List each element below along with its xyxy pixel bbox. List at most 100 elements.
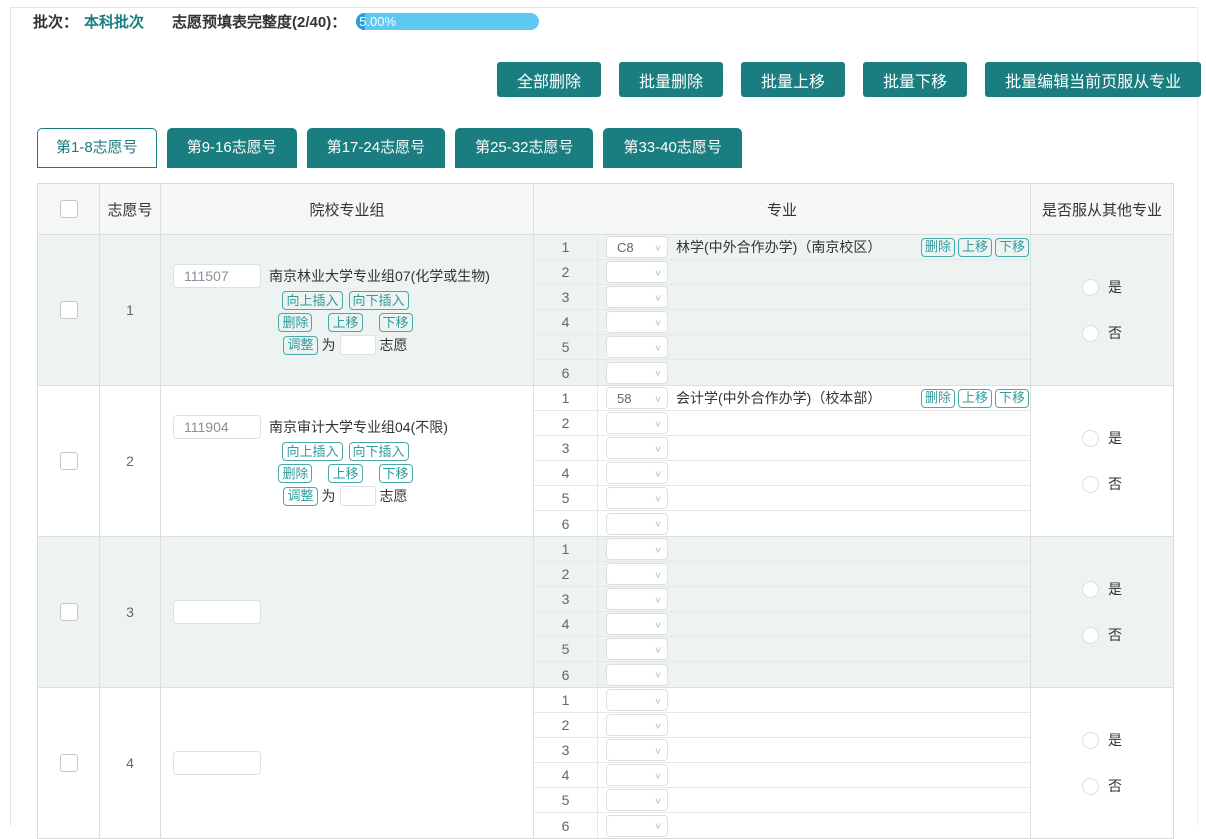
tab-wish-range-3[interactable]: 第17-24志愿号: [307, 128, 445, 168]
major-row-number: 3: [534, 738, 598, 762]
move-down-group-button[interactable]: 下移: [379, 313, 413, 332]
major-select[interactable]: ∨: [606, 336, 668, 358]
obey-no-radio[interactable]: 否: [1082, 474, 1122, 494]
batch-move-up-button[interactable]: 批量上移: [741, 62, 845, 97]
obey-no-radio[interactable]: 否: [1082, 323, 1122, 343]
move-up-group-button[interactable]: 上移: [328, 464, 362, 483]
major-select[interactable]: ∨: [606, 513, 668, 535]
tab-wish-range-4[interactable]: 第25-32志愿号: [455, 128, 593, 168]
insert-above-button[interactable]: 向上插入: [282, 291, 342, 310]
row-checkbox[interactable]: [60, 754, 78, 772]
major-select[interactable]: ∨: [606, 789, 668, 811]
major-subrow: 6∨: [534, 813, 1030, 838]
major-row-number: 2: [534, 411, 598, 435]
radio-circle-icon: [1082, 325, 1099, 342]
chevron-down-icon: ∨: [654, 418, 662, 428]
major-move-up-button[interactable]: 上移: [958, 389, 992, 408]
major-select[interactable]: ∨: [606, 412, 668, 434]
major-select[interactable]: C8∨: [606, 236, 668, 258]
obey-no-radio[interactable]: 否: [1082, 625, 1122, 645]
major-select[interactable]: ∨: [606, 362, 668, 384]
radio-circle-icon: [1082, 279, 1099, 296]
move-down-group-button[interactable]: 下移: [379, 464, 413, 483]
major-move-up-button[interactable]: 上移: [958, 238, 992, 257]
obey-no-radio[interactable]: 否: [1082, 776, 1122, 796]
insert-above-button[interactable]: 向上插入: [282, 442, 342, 461]
adjust-order-input[interactable]: [340, 486, 376, 506]
insert-below-button[interactable]: 向下插入: [349, 291, 409, 310]
table-header: 志愿号 院校专业组 专业 是否服从其他专业: [38, 184, 1173, 234]
major-subrow: 1∨: [534, 688, 1030, 713]
major-row-content: ∨: [598, 813, 1030, 838]
major-row-content: ∨: [598, 688, 1030, 712]
major-select-value: C8: [607, 240, 654, 255]
batch-delete-button[interactable]: 批量删除: [619, 62, 723, 97]
insert-below-button[interactable]: 向下插入: [349, 442, 409, 461]
batch-move-down-button[interactable]: 批量下移: [863, 62, 967, 97]
major-select[interactable]: ∨: [606, 286, 668, 308]
major-cell: 1∨2∨3∨4∨5∨6∨: [534, 537, 1031, 687]
batch-edit-obey-button[interactable]: 批量编辑当前页服从专业: [985, 62, 1201, 97]
major-select[interactable]: ∨: [606, 538, 668, 560]
adjust-order-input[interactable]: [340, 335, 376, 355]
delete-group-button[interactable]: 删除: [278, 464, 312, 483]
obey-cell: 是否: [1031, 386, 1173, 536]
major-delete-button[interactable]: 删除: [921, 389, 955, 408]
college-group-cell: 南京审计大学专业组04(不限)向上插入向下插入删除上移下移调整为志愿: [161, 386, 534, 536]
obey-yes-radio[interactable]: 是: [1082, 579, 1122, 599]
group-code-input[interactable]: [173, 751, 261, 775]
major-select[interactable]: ∨: [606, 664, 668, 686]
adjust-button[interactable]: 调整: [283, 336, 317, 355]
major-select[interactable]: ∨: [606, 437, 668, 459]
completeness-label: 志愿预填表完整度(2/40)：: [172, 11, 346, 32]
chevron-down-icon: ∨: [654, 292, 662, 302]
group-code-input[interactable]: [173, 415, 261, 439]
tab-wish-range-1[interactable]: 第1-8志愿号: [37, 128, 157, 168]
major-row-content: ∨: [598, 436, 1030, 460]
obey-yes-radio[interactable]: 是: [1082, 428, 1122, 448]
row-checkbox-cell: [38, 537, 100, 687]
obey-no-label: 否: [1108, 474, 1122, 494]
group-code-input[interactable]: [173, 264, 261, 288]
row-checkbox[interactable]: [60, 452, 78, 470]
major-row-content: ∨: [598, 587, 1030, 611]
major-select[interactable]: ∨: [606, 689, 668, 711]
group-code-input[interactable]: [173, 600, 261, 624]
major-move-down-button[interactable]: 下移: [995, 238, 1029, 257]
major-select[interactable]: ∨: [606, 764, 668, 786]
major-subrow: 2∨: [534, 713, 1030, 738]
major-row-number: 2: [534, 562, 598, 586]
major-select[interactable]: 58∨: [606, 387, 668, 409]
group-content: [173, 688, 518, 775]
major-delete-button[interactable]: 删除: [921, 238, 955, 257]
adjust-button[interactable]: 调整: [283, 487, 317, 506]
delete-group-button[interactable]: 删除: [278, 313, 312, 332]
radio-circle-icon: [1082, 732, 1099, 749]
row-checkbox[interactable]: [60, 301, 78, 319]
major-select[interactable]: ∨: [606, 739, 668, 761]
major-subrow: 158∨会计学(中外合作办学)（校本部）删除上移下移: [534, 386, 1030, 411]
group-code-line: [173, 600, 518, 624]
tab-wish-range-5[interactable]: 第33-40志愿号: [603, 128, 741, 168]
move-up-group-button[interactable]: 上移: [328, 313, 362, 332]
major-row-number: 4: [534, 612, 598, 636]
major-select[interactable]: ∨: [606, 638, 668, 660]
delete-all-button[interactable]: 全部删除: [497, 62, 601, 97]
major-select[interactable]: ∨: [606, 563, 668, 585]
major-select[interactable]: ∨: [606, 714, 668, 736]
select-all-checkbox[interactable]: [60, 200, 78, 218]
major-select[interactable]: ∨: [606, 588, 668, 610]
tab-wish-range-2[interactable]: 第9-16志愿号: [167, 128, 297, 168]
row-checkbox[interactable]: [60, 603, 78, 621]
major-select[interactable]: ∨: [606, 815, 668, 837]
adjust-line: 调整为志愿: [173, 486, 518, 506]
major-select[interactable]: ∨: [606, 613, 668, 635]
major-select[interactable]: ∨: [606, 261, 668, 283]
major-select[interactable]: ∨: [606, 487, 668, 509]
obey-yes-radio[interactable]: 是: [1082, 277, 1122, 297]
major-move-down-button[interactable]: 下移: [995, 389, 1029, 408]
obey-yes-radio[interactable]: 是: [1082, 730, 1122, 750]
major-select[interactable]: ∨: [606, 311, 668, 333]
header-obey-other-major: 是否服从其他专业: [1031, 184, 1173, 234]
major-select[interactable]: ∨: [606, 462, 668, 484]
